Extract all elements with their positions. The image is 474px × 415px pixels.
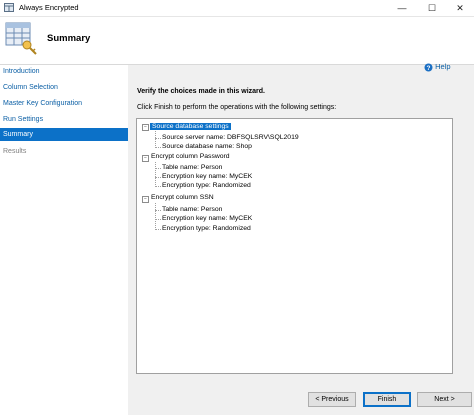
help-label: Help <box>435 62 451 71</box>
tree-connector <box>155 162 156 187</box>
minimize-icon[interactable]: — <box>388 0 416 16</box>
nav-item-results: Results <box>3 148 27 155</box>
instruction-text: Click Finish to perform the operations w… <box>137 104 337 111</box>
page-title: Summary <box>47 33 91 44</box>
collapse-icon[interactable]: − <box>142 155 149 162</box>
nav-item-summary[interactable]: Summary <box>0 128 128 141</box>
tree-connector <box>155 229 161 230</box>
wizard-header: Summary <box>0 17 474 65</box>
tree-leaf[interactable]: Source database name: Shop <box>162 142 252 152</box>
wizard-key-icon <box>5 22 37 55</box>
nav-item-column-selection[interactable]: Column Selection <box>0 81 128 94</box>
tree-leaf[interactable]: Encryption type: Randomized <box>162 224 251 234</box>
maximize-icon[interactable]: ☐ <box>418 0 446 16</box>
tree-leaf[interactable]: Encryption key name: MyCEK <box>162 214 252 224</box>
summary-tree[interactable]: − Source database settings Source server… <box>136 118 453 374</box>
next-button[interactable]: Next > <box>417 392 472 407</box>
verify-heading: Verify the choices made in this wizard. <box>137 88 265 95</box>
tree-node-label: Source database settings <box>150 123 231 130</box>
tree-connector <box>155 177 161 178</box>
tree-connector <box>155 138 161 139</box>
previous-button[interactable]: < Previous <box>308 392 356 407</box>
help-icon: ? <box>424 63 433 72</box>
tree-connector <box>155 131 156 148</box>
nav-item-run-settings[interactable]: Run Settings <box>0 113 128 126</box>
svg-text:?: ? <box>427 65 431 72</box>
nav-item-introduction[interactable]: Introduction <box>0 65 128 78</box>
tree-connector <box>155 210 161 211</box>
title-bar: Always Encrypted — ☐ ✕ <box>0 0 474 17</box>
tree-node-source-settings[interactable]: Source database settings <box>150 122 231 132</box>
collapse-icon[interactable]: − <box>142 196 149 203</box>
wizard-nav: Introduction Column Selection Master Key… <box>0 65 128 415</box>
tree-node-encrypt-password[interactable]: Encrypt column Password <box>151 152 230 162</box>
app-icon <box>4 3 14 12</box>
tree-connector <box>155 219 161 220</box>
tree-connector <box>155 147 161 148</box>
collapse-icon[interactable]: − <box>142 124 149 131</box>
finish-button[interactable]: Finish <box>363 392 411 407</box>
help-link[interactable]: ? Help <box>424 62 451 72</box>
nav-item-master-key-configuration[interactable]: Master Key Configuration <box>0 97 128 110</box>
close-icon[interactable]: ✕ <box>446 0 474 16</box>
tree-connector <box>155 203 156 230</box>
tree-leaf[interactable]: Encryption type: Randomized <box>162 181 251 191</box>
tree-connector <box>155 186 161 187</box>
tree-connector <box>155 168 161 169</box>
tree-node-encrypt-ssn[interactable]: Encrypt column SSN <box>151 193 214 203</box>
window-title: Always Encrypted <box>19 3 79 12</box>
